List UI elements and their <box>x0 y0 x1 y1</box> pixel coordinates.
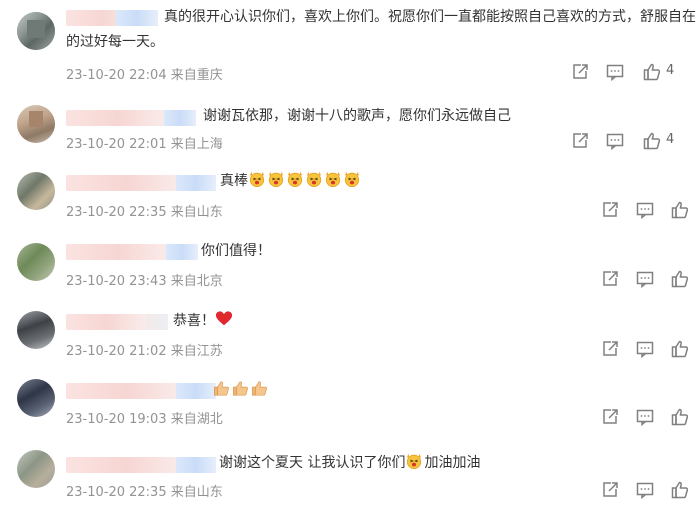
comment-item: 真棒 23-10-20 22:35 来自山东 <box>0 165 700 233</box>
cheering-face-emoji <box>248 169 362 194</box>
comment-date: 23-10-20 23:43 <box>66 274 167 289</box>
avatar[interactable] <box>17 379 55 417</box>
username[interactable] <box>66 110 196 126</box>
comment-actions: 4 <box>570 62 700 82</box>
comment-date: 23-10-20 19:03 <box>66 412 167 427</box>
like-count: 4 <box>666 132 675 147</box>
comment-location: 来自山东 <box>170 485 223 500</box>
thumbs-up-icon[interactable] <box>670 269 690 289</box>
comment-date: 23-10-20 22:01 <box>66 137 167 152</box>
comment-actions <box>600 480 700 500</box>
comment-actions <box>600 200 700 220</box>
share-icon[interactable] <box>600 480 620 500</box>
cheering-face-emoji <box>405 451 424 476</box>
comment-item: 谢谢瓦依那，谢谢十八的歌声，愿你们永远做自己 23-10-20 22:01 来自… <box>0 95 700 165</box>
comment-meta: 23-10-20 22:35 来自山东 <box>66 481 223 500</box>
comment-meta: 23-10-20 23:43 来自北京 <box>66 270 223 289</box>
comment-actions <box>600 269 700 289</box>
comment-item: 恭喜！ 23-10-20 21:02 来自江苏 <box>0 301 700 369</box>
thumbs-up-icon[interactable] <box>670 200 690 220</box>
comment-item: 23-10-20 19:03 来自湖北 <box>0 369 700 437</box>
comment-icon[interactable] <box>635 339 655 359</box>
comment-actions <box>600 407 700 427</box>
avatar[interactable] <box>17 450 55 488</box>
share-icon[interactable] <box>570 62 590 82</box>
comment-meta: 23-10-20 21:02 来自江苏 <box>66 340 223 359</box>
comment-location: 来自湖北 <box>170 412 223 427</box>
comment-item: 真的很开心认识你们，喜欢上你们。祝愿你们一直都能按照自己喜欢的方式，舒服自在的过… <box>0 0 700 95</box>
share-icon[interactable] <box>570 131 590 151</box>
comment-meta: 23-10-20 19:03 来自湖北 <box>66 408 223 427</box>
username[interactable] <box>66 314 168 330</box>
share-icon[interactable] <box>600 407 620 427</box>
share-icon[interactable] <box>600 200 620 220</box>
like-count: 4 <box>666 63 675 78</box>
comment-item: 谢谢这个夏天 让我认识了你们 加油加油 23-10-20 22:35 来自山东 <box>0 437 700 515</box>
comment-icon[interactable] <box>635 200 655 220</box>
thumbs-up-icon[interactable] <box>670 407 690 427</box>
username[interactable] <box>66 175 216 191</box>
comment-icon[interactable] <box>635 407 655 427</box>
comment-meta: 23-10-20 22:04 来自重庆 <box>66 64 223 83</box>
username[interactable] <box>66 244 198 260</box>
comment-date: 23-10-20 22:35 <box>66 205 167 220</box>
comment-location: 来自上海 <box>170 137 223 152</box>
comment-actions <box>600 339 700 359</box>
comment-text-content: 谢谢这个夏天 让我认识了你们 <box>219 455 406 471</box>
comment-meta: 23-10-20 22:35 来自山东 <box>66 201 223 220</box>
comment-text: 真棒 <box>220 169 362 194</box>
comment-text <box>213 378 270 403</box>
username[interactable] <box>66 383 216 399</box>
comment-text: 谢谢这个夏天 让我认识了你们 加油加油 <box>219 451 480 476</box>
comment-location: 来自重庆 <box>170 68 223 83</box>
avatar[interactable] <box>17 172 55 210</box>
comment-item: 你们值得！ 23-10-20 23:43 来自北京 <box>0 233 700 301</box>
thumbs-up-emoji <box>213 378 270 403</box>
comment-text: 你们值得！ <box>201 243 271 259</box>
comment-icon[interactable] <box>635 480 655 500</box>
share-icon[interactable] <box>600 339 620 359</box>
comment-date: 23-10-20 21:02 <box>66 344 167 359</box>
thumbs-up-icon[interactable] <box>642 62 662 82</box>
share-icon[interactable] <box>600 269 620 289</box>
comment-text-content-end: 加油加油 <box>424 455 481 471</box>
thumbs-up-icon[interactable] <box>642 131 662 151</box>
avatar[interactable] <box>17 12 55 50</box>
comment-text: 谢谢瓦依那，谢谢十八的歌声，愿你们永远做自己 <box>203 108 511 124</box>
comment-text: 恭喜！ <box>173 309 234 334</box>
thumbs-up-icon[interactable] <box>670 339 690 359</box>
comment-date: 23-10-20 22:35 <box>66 485 167 500</box>
thumbs-up-icon[interactable] <box>670 480 690 500</box>
comment-location: 来自北京 <box>170 274 223 289</box>
comment-text: 真的很开心认识你们，喜欢上你们。祝愿你们一直都能按照自己喜欢的方式，舒服自在的过… <box>66 9 696 50</box>
comment-location: 来自山东 <box>170 205 223 220</box>
red-heart-emoji <box>215 311 233 326</box>
comment-actions: 4 <box>570 131 700 151</box>
avatar[interactable] <box>17 243 55 281</box>
comment-icon[interactable] <box>605 62 625 82</box>
comment-date: 23-10-20 22:04 <box>66 68 167 83</box>
username[interactable] <box>66 457 216 473</box>
comment-icon[interactable] <box>635 269 655 289</box>
comment-text-content: 恭喜！ <box>173 313 215 329</box>
comment-icon[interactable] <box>605 131 625 151</box>
comment-meta: 23-10-20 22:01 来自上海 <box>66 133 223 152</box>
avatar[interactable] <box>17 311 55 349</box>
avatar[interactable] <box>17 105 55 143</box>
comment-text-content: 真棒 <box>220 173 248 189</box>
comment-location: 来自江苏 <box>170 344 223 359</box>
